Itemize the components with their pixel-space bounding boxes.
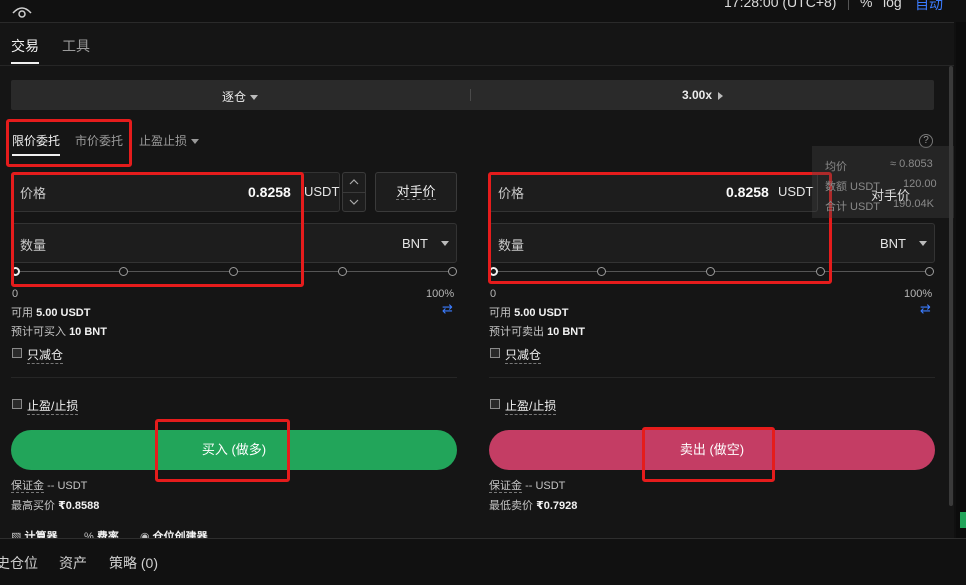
counterparty-label: 对手价 [396,184,436,200]
max-price-value: ₹0.8588 [58,500,100,512]
estimate-value: 10 BNT [547,326,585,338]
qty-unit-dropdown[interactable] [915,235,927,253]
tab-position-history[interactable]: 史仓位 [0,553,38,573]
annotation-box [488,172,832,284]
estimate-value: 10 BNT [69,326,107,338]
annotation-box [6,119,132,167]
buy-available: 可用 5.00 USDT [11,304,90,320]
sell-qty-unit[interactable]: BNT [880,236,906,251]
available-label: 可用 [11,307,33,319]
scrollbar[interactable] [949,66,953,506]
transfer-icon[interactable]: ⇄ [920,301,931,317]
slider-step-100[interactable] [925,267,934,276]
available-value: 5.00 USDT [36,307,91,319]
tab-tpsl-order[interactable]: 止盈止损 [139,132,200,149]
sell-slider-min: 0 [490,288,497,300]
chevron-down-icon[interactable] [349,198,359,206]
margin-label: 保证金 [489,480,522,493]
sell-slider-max: 100% [904,288,933,300]
buy-tpsl-label[interactable]: 止盈/止损 [27,397,79,415]
eye-icon[interactable] [12,4,32,20]
tab-strategies[interactable]: 策略 (0) [109,553,158,573]
leverage-label: 3.00x [682,88,713,102]
annotation-box [642,427,775,482]
buy-reduce-only-label[interactable]: 只减仓 [27,346,64,364]
min-price-label: 最低卖价 [489,500,533,512]
sell-margin: 保证金 -- USDT [489,477,565,493]
transfer-icon[interactable]: ⇄ [442,301,453,317]
min-price-value: ₹0.7928 [536,500,578,512]
buy-reduce-only-checkbox[interactable] [12,348,22,358]
sell-min-price: 最低卖价 ₹0.7928 [489,497,577,513]
divider [848,0,849,10]
right-edge [956,22,966,538]
buy-tpsl-checkbox[interactable] [12,399,22,409]
max-price-label: 最高买价 [11,500,55,512]
status-marker [960,512,966,528]
annotation-box [155,419,290,482]
chevron-down-icon [191,139,200,145]
chevron-down-icon [919,241,927,247]
chevron-up-icon[interactable] [349,178,359,186]
tab-assets[interactable]: 资产 [59,553,87,573]
margin-mode-label: 逐仓 [222,90,247,104]
buy-slider-max: 100% [426,288,455,300]
tabs-divider [0,65,954,66]
tab-tools[interactable]: 工具 [62,36,90,56]
percent-toggle[interactable]: % [860,0,872,10]
tab-trade[interactable]: 交易 [11,36,39,56]
buy-slider-min: 0 [12,288,19,300]
sell-tpsl-checkbox[interactable] [490,399,500,409]
available-value: 5.00 USDT [514,307,569,319]
chevron-down-icon [441,241,449,247]
divider [11,377,457,378]
margin-leverage-bar [11,80,934,110]
buy-max-price: 最高买价 ₹0.8588 [11,497,99,513]
avg-price-value: ≈ 0.8053 [890,158,933,170]
annotation-box [11,172,304,287]
chevron-down-icon [250,95,259,101]
buy-counterparty-button[interactable]: 对手价 [375,172,457,212]
buy-margin: 保证金 -- USDT [11,477,87,493]
tab-underline [11,62,39,64]
qty-unit-dropdown[interactable] [437,235,449,253]
available-label: 可用 [489,307,511,319]
margin-mode-select[interactable]: 逐仓 [222,88,259,105]
tpsl-order-label: 止盈止损 [139,134,188,148]
sell-available: 可用 5.00 USDT [489,304,568,320]
divider [489,377,935,378]
estimate-label: 预计可买入 [11,326,66,338]
slider-step-75[interactable] [338,267,347,276]
sell-counterparty-button[interactable]: 对手价 [871,185,910,204]
buy-estimate: 预计可买入 10 BNT [11,323,107,339]
log-toggle[interactable]: log [883,0,902,10]
divider [470,89,471,101]
server-time: 17:28:00 (UTC+8) [724,0,837,10]
margin-value: -- USDT [47,480,88,492]
margin-value: -- USDT [525,480,566,492]
price-stepper[interactable] [342,172,366,212]
buy-qty-unit[interactable]: BNT [402,236,428,251]
sell-estimate: 预计可卖出 10 BNT [489,323,585,339]
margin-label: 保证金 [11,480,44,493]
buy-price-unit: USDT [304,184,340,199]
slider-step-100[interactable] [448,267,457,276]
avg-price-label: 均价 [825,161,847,173]
leverage-select[interactable]: 3.00x [682,88,724,102]
chevron-right-icon [718,91,724,100]
estimate-label: 预计可卖出 [489,326,544,338]
sell-reduce-only-label[interactable]: 只减仓 [505,346,542,364]
sell-reduce-only-checkbox[interactable] [490,348,500,358]
sell-tpsl-label[interactable]: 止盈/止损 [505,397,557,415]
auto-toggle[interactable]: 自动 [915,0,943,14]
